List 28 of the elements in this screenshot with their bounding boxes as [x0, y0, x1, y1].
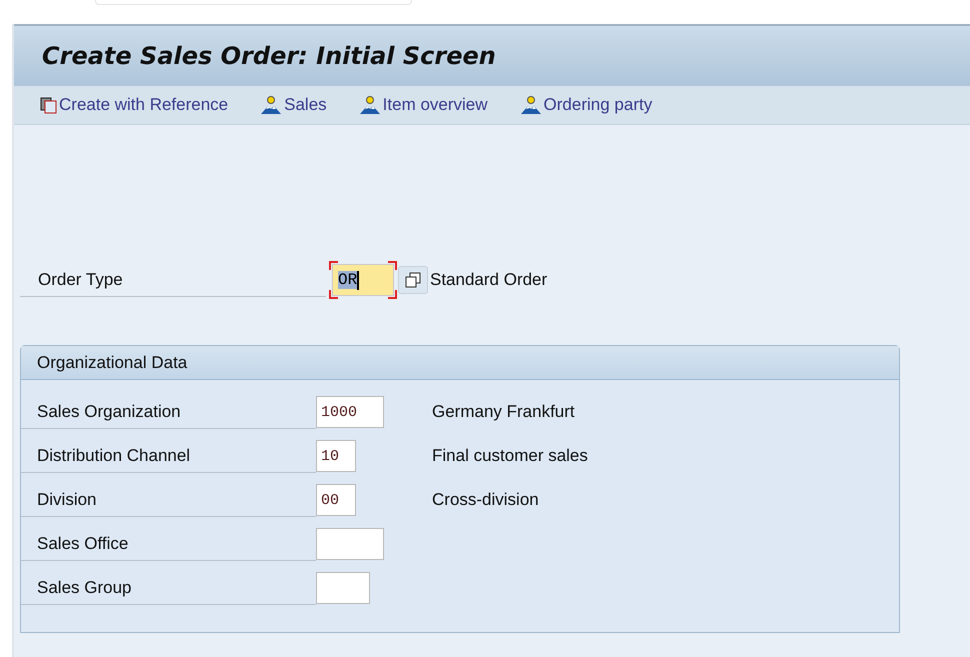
window-title: Create Sales Order: Initial Screen: [42, 42, 496, 70]
toolbar-button[interactable]: Ordering party: [520, 95, 652, 115]
value-help-button[interactable]: [398, 266, 428, 294]
field-label: Sales Office: [21, 528, 316, 560]
field-description: Cross-division: [432, 490, 539, 510]
copy-icon: [40, 96, 57, 114]
input-field[interactable]: 00: [316, 484, 356, 516]
field-label: Distribution Channel: [21, 440, 316, 472]
field-label: Sales Group: [21, 572, 316, 604]
group-title: Organizational Data: [37, 352, 188, 372]
input-field[interactable]: 10: [316, 440, 356, 472]
field-description: Final customer sales: [432, 446, 588, 466]
order-type-field[interactable]: OR: [332, 264, 394, 296]
field-description: Standard Order: [430, 270, 548, 290]
toolbar-button[interactable]: Item overview: [358, 95, 488, 115]
field-label: Sales Organization: [21, 396, 316, 428]
field-label: Division: [21, 484, 316, 516]
person-mountain-icon: [260, 95, 282, 115]
copy-icon: [405, 272, 421, 288]
toolbar-button[interactable]: Create with Reference: [40, 95, 228, 115]
field-description: Germany Frankfurt: [432, 402, 575, 422]
person-mountain-icon: [520, 95, 542, 115]
input-field[interactable]: [316, 528, 384, 560]
input-field[interactable]: 1000: [316, 396, 384, 428]
person-mountain-icon: [358, 95, 381, 115]
toolbar-button[interactable]: Sales: [260, 95, 327, 115]
input-field[interactable]: [316, 572, 370, 604]
field-label: Order Type: [20, 264, 326, 296]
